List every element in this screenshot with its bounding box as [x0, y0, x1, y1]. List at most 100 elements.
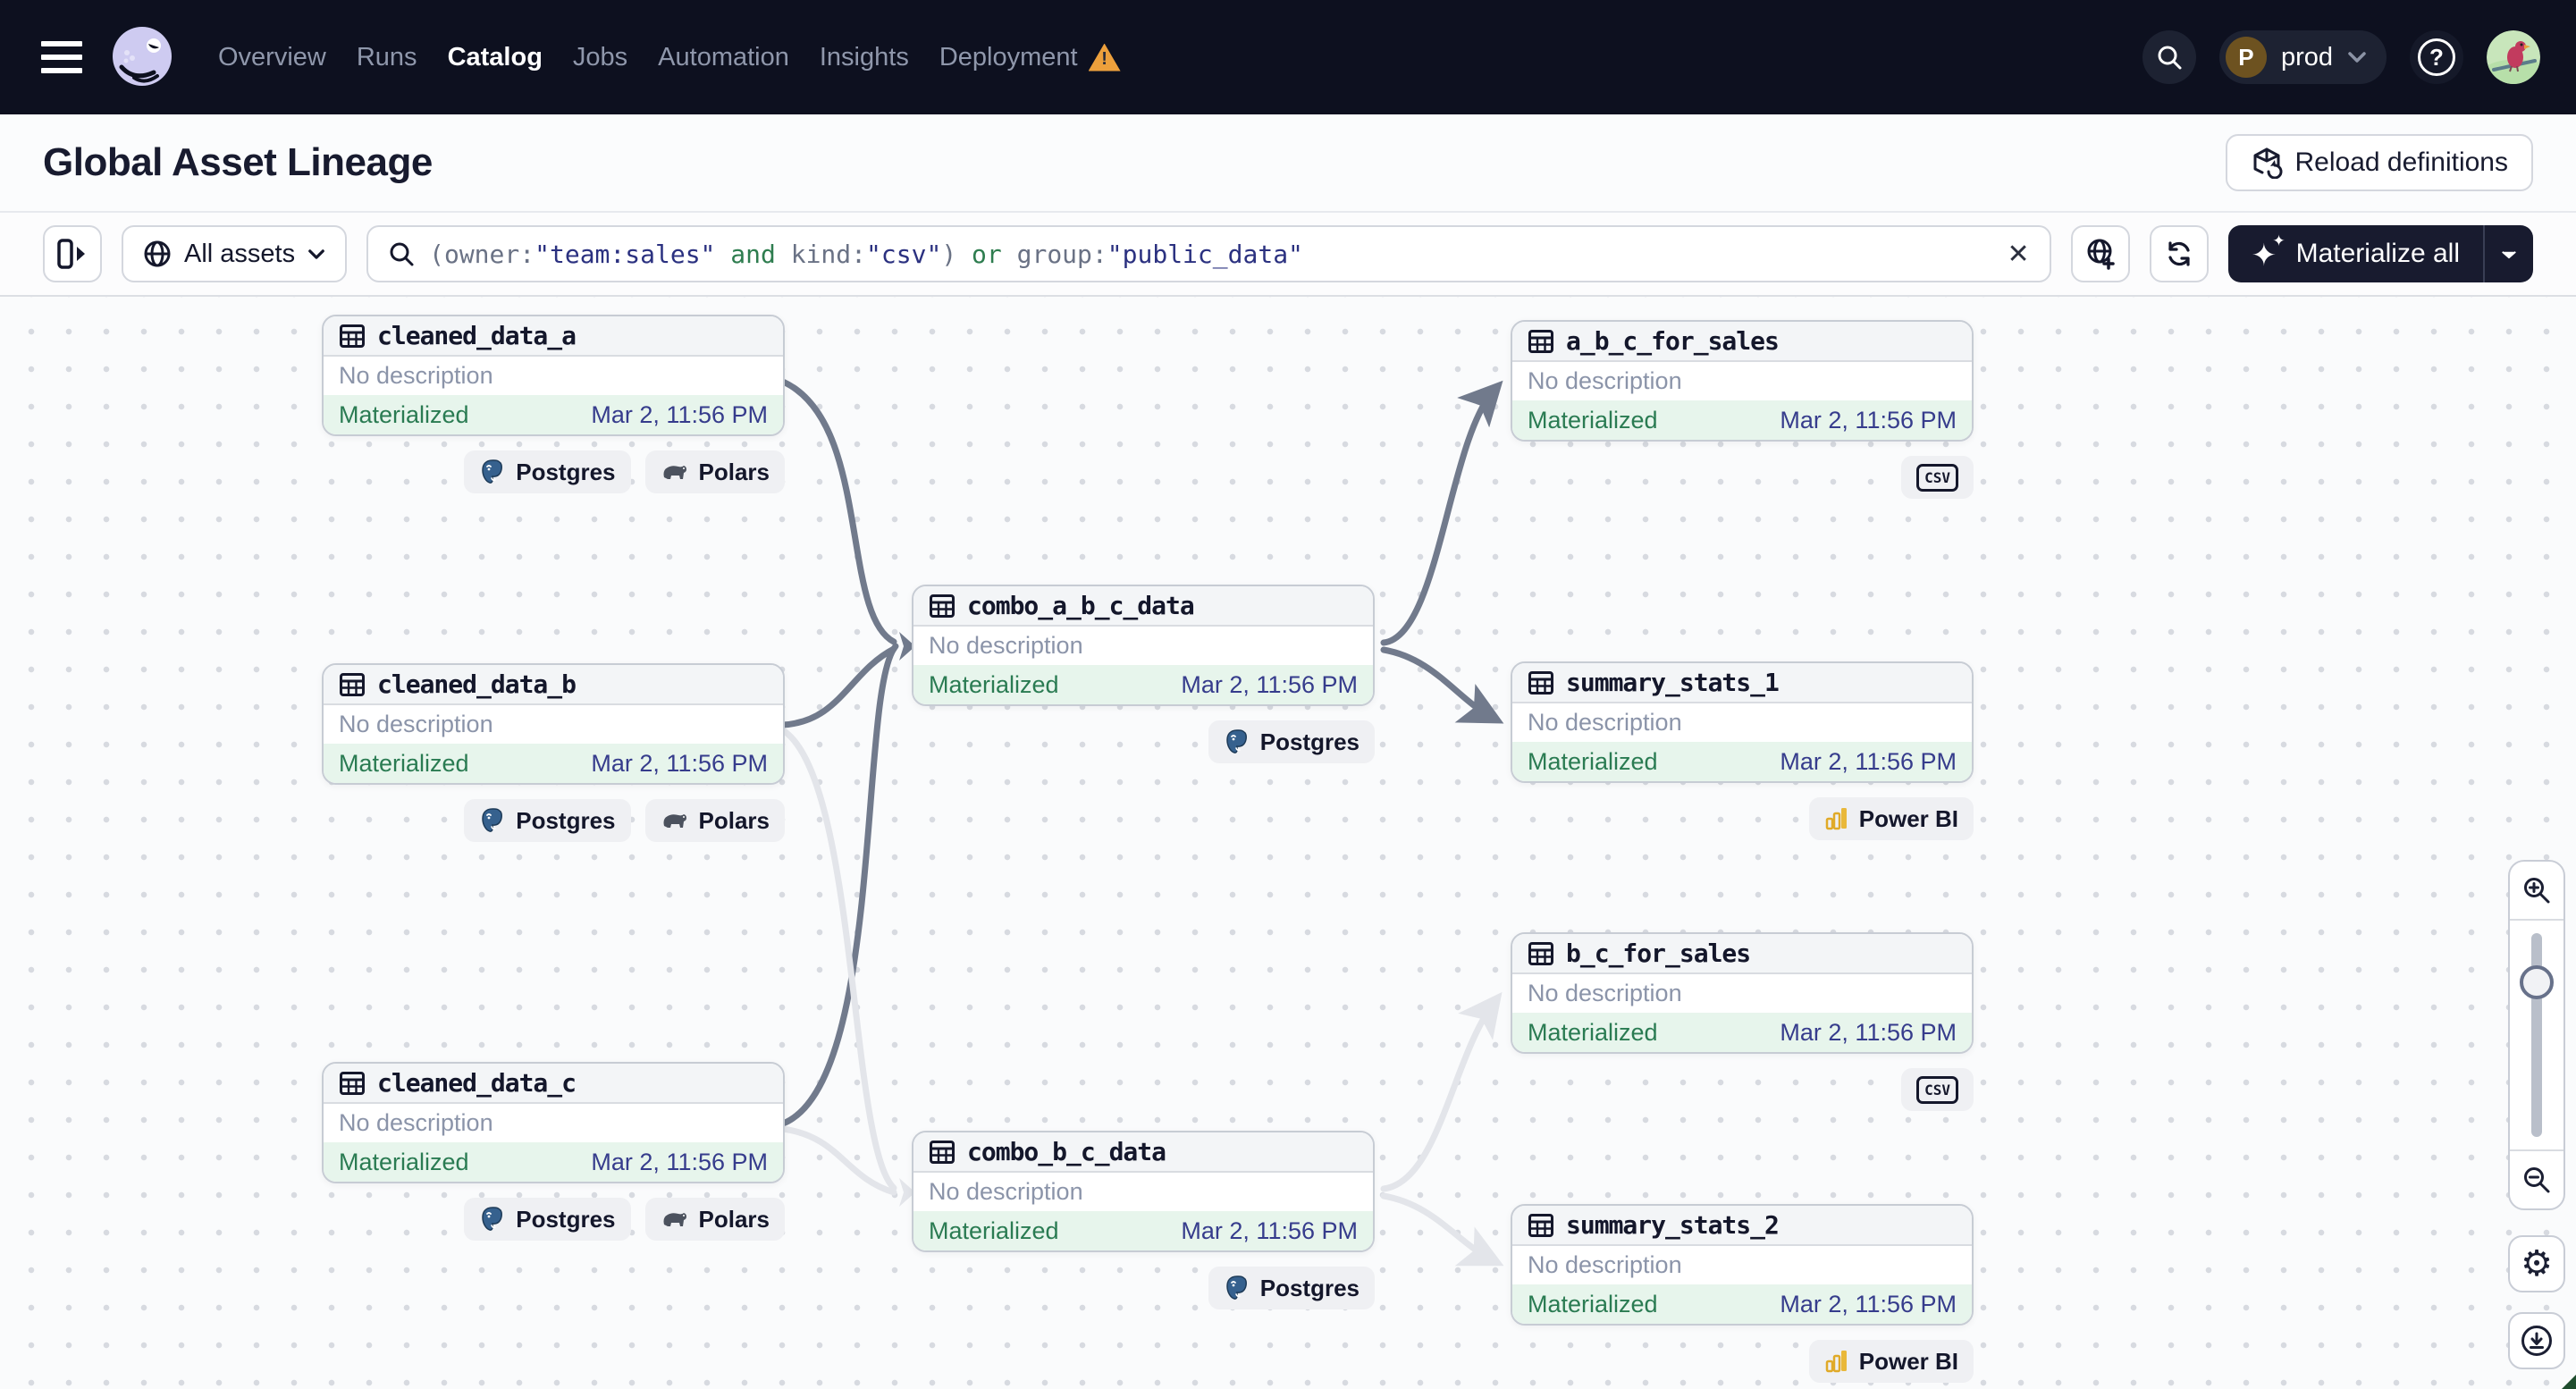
search-icon[interactable]: [2142, 30, 2196, 84]
materialize-all-label: Materialize all: [2295, 239, 2460, 268]
asset-timestamp: Mar 2, 11:56 PM: [1780, 1018, 1957, 1046]
zoom-slider-handle[interactable]: [2520, 965, 2554, 999]
nav-item-label: Insights: [819, 42, 909, 72]
asset-description: No description: [1528, 980, 1682, 1006]
asset-node-combo_b_c_data[interactable]: combo_b_c_data No description Materialized…: [912, 1131, 1375, 1252]
zoom-slider[interactable]: [2510, 921, 2563, 1149]
asset-tags-summary_stats_1: Power BI: [1511, 797, 1974, 840]
asset-node-a_b_c_for_sales[interactable]: a_b_c_for_sales No description Materialize…: [1511, 320, 1974, 442]
help-icon[interactable]: ?: [2410, 30, 2463, 84]
tag-csv[interactable]: CSV: [1901, 1068, 1974, 1111]
asset-node-cleaned_data_c[interactable]: cleaned_data_c No description Materialized…: [322, 1062, 785, 1183]
tag-polars[interactable]: Polars: [644, 450, 785, 493]
environment-switcher[interactable]: P prod: [2218, 30, 2387, 84]
asset-timestamp: Mar 2, 11:56 PM: [1780, 1290, 1957, 1317]
nav-item-jobs[interactable]: Jobs: [573, 43, 627, 72]
postgres-icon: [482, 808, 503, 832]
nav-item-deployment[interactable]: Deployment!: [939, 43, 1121, 72]
asset-status-bar: Materialized Mar 2, 11:56 PM: [324, 1142, 783, 1182]
postgres-icon: [482, 459, 503, 484]
user-avatar[interactable]: [2487, 30, 2540, 84]
edge-combo_b_c_data-to-summary_stats_2: [1380, 1192, 1504, 1267]
gear-icon: ⚙: [2521, 1244, 2553, 1284]
polars-icon: [663, 466, 686, 479]
table-icon: [340, 1071, 365, 1095]
asset-status-bar: Materialized Mar 2, 11:56 PM: [913, 1211, 1373, 1250]
asset-status: Materialized: [929, 1216, 1059, 1244]
asset-node-header: cleaned_data_b: [324, 665, 783, 705]
asset-timestamp: Mar 2, 11:56 PM: [1181, 1216, 1358, 1244]
asset-filter-input[interactable]: (owner:"team:sales" and kind:"csv") or g…: [366, 225, 2051, 282]
globe-plus-icon: [2087, 239, 2115, 270]
asset-node-header: b_c_for_sales: [1512, 934, 1972, 974]
download-graph-button[interactable]: [2508, 1312, 2565, 1369]
csv-icon: CSV: [1916, 1075, 1958, 1104]
asset-node-cleaned_data_b[interactable]: cleaned_data_b No description Materialized…: [322, 663, 785, 785]
tag-postgres[interactable]: Postgres: [464, 450, 631, 493]
tag-label: Polars: [698, 1205, 770, 1233]
tag-label: Postgres: [516, 458, 616, 485]
asset-node-b_c_for_sales[interactable]: b_c_for_sales No description Materialized M…: [1511, 932, 1974, 1054]
refresh-button[interactable]: [2149, 225, 2209, 282]
nav-item-label: Overview: [218, 42, 326, 72]
tag-postgres[interactable]: Postgres: [464, 799, 631, 842]
expand-panel-button[interactable]: [43, 225, 102, 282]
tag-powerbi[interactable]: Power BI: [1808, 797, 1974, 840]
tag-csv[interactable]: CSV: [1901, 456, 1974, 499]
tag-label: Power BI: [1858, 1347, 1958, 1375]
asset-status: Materialized: [1528, 406, 1658, 434]
tag-polars[interactable]: Polars: [644, 1198, 785, 1241]
asset-status: Materialized: [1528, 1290, 1658, 1317]
nav-item-insights[interactable]: Insights: [820, 43, 909, 72]
asset-tags-cleaned_data_c: Postgres Polars: [322, 1198, 785, 1241]
nav-item-automation[interactable]: Automation: [658, 43, 789, 72]
lineage-toolbar: All assets (owner:"team:sales" and kind:…: [0, 213, 2576, 297]
tag-postgres[interactable]: Postgres: [464, 1198, 631, 1241]
menu-icon[interactable]: [41, 41, 82, 73]
asset-node-cleaned_data_a[interactable]: cleaned_data_a No description Materialized…: [322, 315, 785, 436]
table-icon: [930, 593, 955, 618]
table-icon: [930, 1140, 955, 1164]
asset-node-summary_stats_2[interactable]: summary_stats_2 No description Materialize…: [1511, 1204, 1974, 1326]
clear-filter-icon[interactable]: ✕: [2007, 239, 2029, 270]
reload-cube-icon: [2253, 147, 2282, 179]
nav-item-runs[interactable]: Runs: [357, 43, 417, 72]
download-icon: [2521, 1326, 2552, 1356]
zoom-out-button[interactable]: [2510, 1149, 2563, 1208]
zoom-out-icon: [2524, 1167, 2550, 1193]
asset-name: b_c_for_sales: [1566, 939, 1751, 968]
dagster-logo-icon[interactable]: [107, 22, 177, 92]
filter-query-text: (owner:"team:sales" and kind:"csv") or g…: [429, 239, 1303, 269]
postgres-icon: [482, 1207, 503, 1231]
postgres-icon: [1225, 1275, 1247, 1300]
asset-status-bar: Materialized Mar 2, 11:56 PM: [1512, 1284, 1972, 1324]
tag-postgres[interactable]: Postgres: [1208, 720, 1375, 763]
zoom-in-button[interactable]: [2510, 862, 2563, 921]
graph-scope-button[interactable]: [2070, 225, 2130, 282]
materialize-options-caret[interactable]: [2485, 225, 2533, 282]
tag-powerbi[interactable]: Power BI: [1808, 1340, 1974, 1383]
materialize-all-button[interactable]: ✦ ✦ Materialize all: [2227, 225, 2533, 282]
tag-polars[interactable]: Polars: [644, 799, 785, 842]
asset-status: Materialized: [929, 670, 1059, 698]
chevron-down-icon: [308, 248, 324, 259]
nav-item-catalog[interactable]: Catalog: [448, 43, 543, 72]
tag-postgres[interactable]: Postgres: [1208, 1267, 1375, 1309]
tag-label: Postgres: [516, 806, 616, 834]
powerbi-icon: [1825, 1351, 1847, 1373]
asset-node-combo_a_b_c_data[interactable]: combo_a_b_c_data No description Materializ…: [912, 585, 1375, 706]
asset-status-bar: Materialized Mar 2, 11:56 PM: [1512, 400, 1972, 440]
asset-name: combo_a_b_c_data: [967, 591, 1195, 620]
nav-item-label: Automation: [658, 42, 789, 72]
reload-definitions-button[interactable]: Reload definitions: [2225, 134, 2533, 191]
page-title: Global Asset Lineage: [43, 140, 433, 184]
zoom-slider-track[interactable]: [2531, 933, 2542, 1137]
lineage-canvas[interactable]: ⚙ cleaned_data_a No description Materializ…: [0, 297, 2576, 1389]
nav-item-overview[interactable]: Overview: [218, 43, 326, 72]
asset-node-header: combo_a_b_c_data: [913, 586, 1373, 627]
graph-settings-button[interactable]: ⚙: [2508, 1235, 2565, 1292]
asset-tags-cleaned_data_b: Postgres Polars: [322, 799, 785, 842]
asset-status: Materialized: [1528, 1018, 1658, 1046]
asset-scope-dropdown[interactable]: All assets: [122, 225, 348, 282]
asset-node-summary_stats_1[interactable]: summary_stats_1 No description Materialize…: [1511, 661, 1974, 783]
